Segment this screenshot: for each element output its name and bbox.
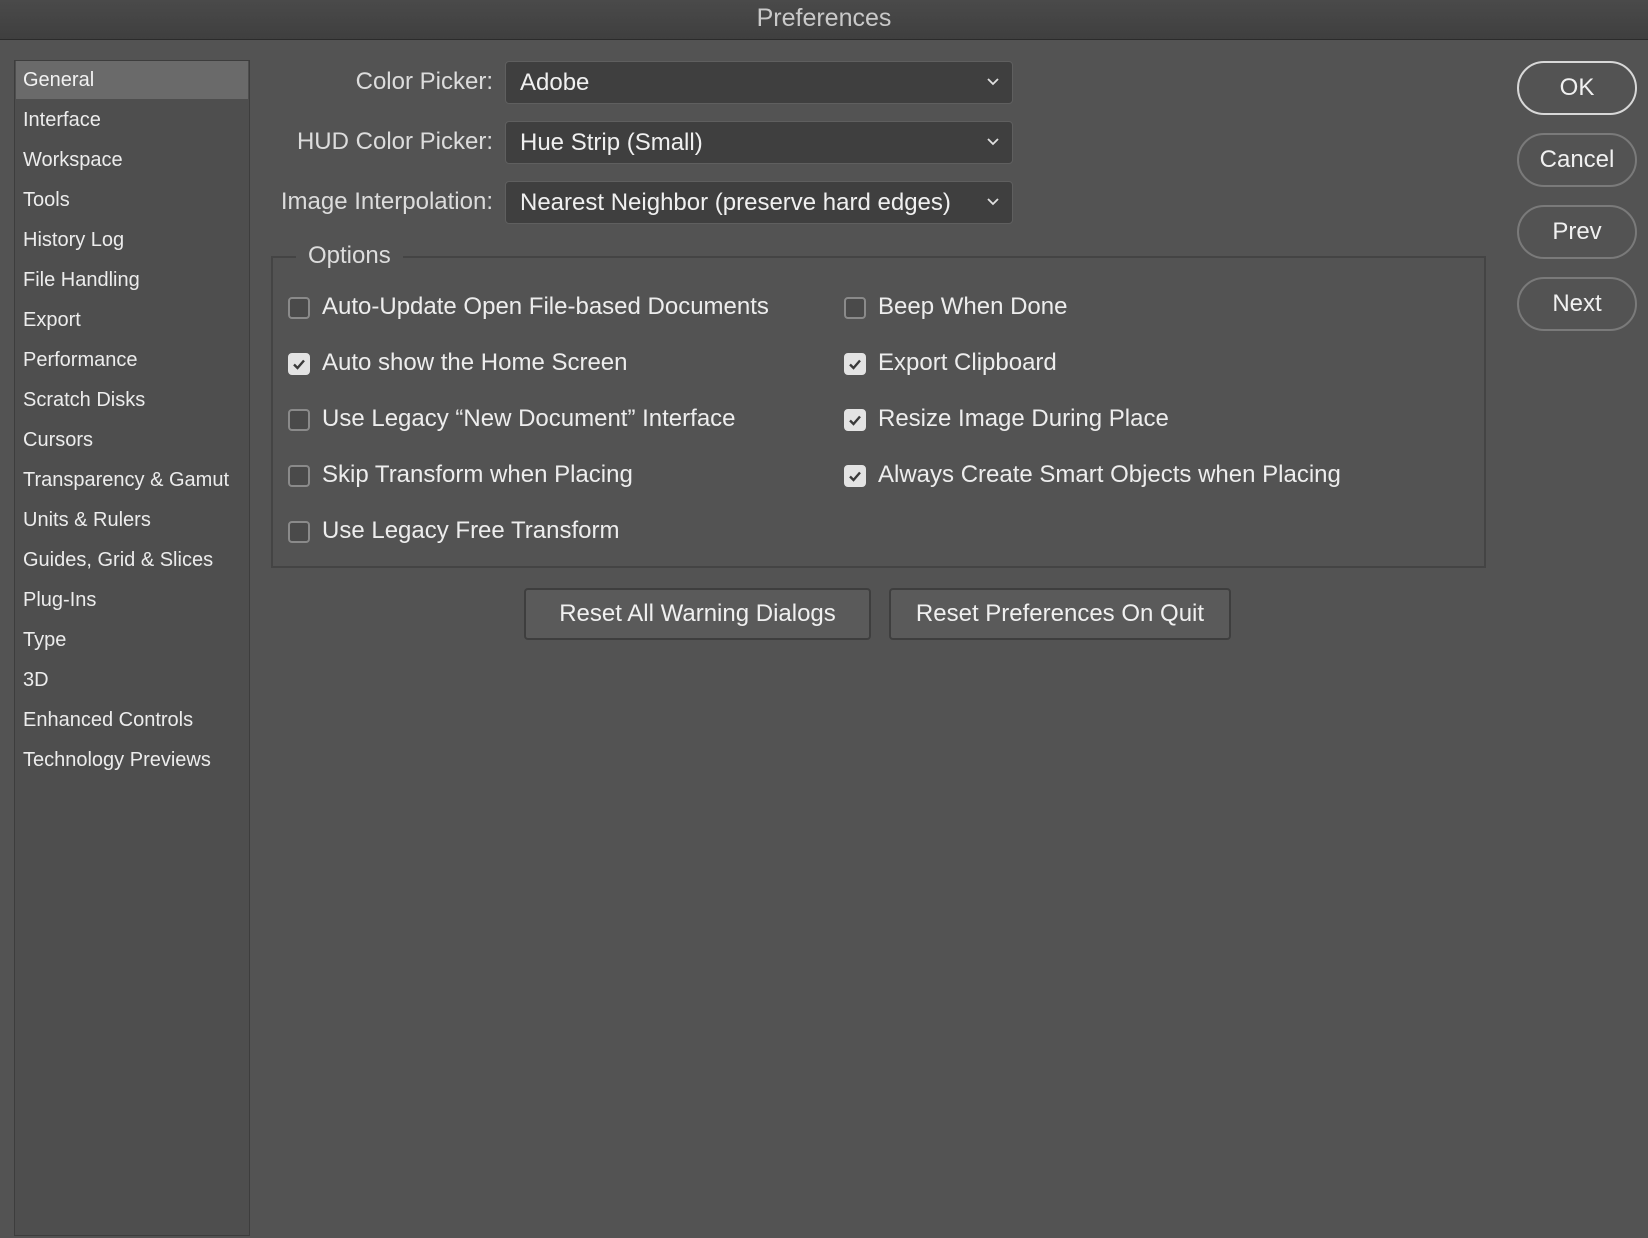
checkbox-checked[interactable] bbox=[288, 353, 310, 375]
sidebar-item-interface[interactable]: Interface bbox=[16, 101, 248, 139]
sidebar-item-type[interactable]: Type bbox=[16, 621, 248, 659]
checkbox[interactable] bbox=[844, 297, 866, 319]
sidebar-item-transparency-gamut[interactable]: Transparency & Gamut bbox=[16, 461, 248, 499]
sidebar-item-scratch-disks[interactable]: Scratch Disks bbox=[16, 381, 248, 419]
checkbox-checked[interactable] bbox=[844, 353, 866, 375]
window-title: Preferences bbox=[756, 4, 892, 32]
sidebar-item-tools[interactable]: Tools bbox=[16, 181, 248, 219]
sidebar-item-3d[interactable]: 3D bbox=[16, 661, 248, 699]
option-label: Export Clipboard bbox=[878, 349, 1057, 376]
hud-color-picker-value: Hue Strip (Small) bbox=[520, 129, 703, 156]
next-button[interactable]: Next bbox=[1517, 277, 1637, 331]
ok-button[interactable]: OK bbox=[1517, 61, 1637, 115]
hud-color-picker-select[interactable]: Hue Strip (Small) bbox=[505, 121, 1013, 164]
option-label: Use Legacy “New Document” Interface bbox=[322, 405, 736, 432]
checkbox[interactable] bbox=[288, 521, 310, 543]
reset-warning-dialogs-button[interactable]: Reset All Warning Dialogs bbox=[524, 588, 871, 640]
sidebar-item-performance[interactable]: Performance bbox=[16, 341, 248, 379]
checkbox[interactable] bbox=[288, 297, 310, 319]
reset-preferences-on-quit-button[interactable]: Reset Preferences On Quit bbox=[889, 588, 1231, 640]
option-label: Auto show the Home Screen bbox=[322, 349, 628, 376]
color-picker-select[interactable]: Adobe bbox=[505, 61, 1013, 104]
option-label: Skip Transform when Placing bbox=[322, 461, 633, 488]
title-bar: Preferences bbox=[0, 0, 1648, 40]
sidebar-item-export[interactable]: Export bbox=[16, 301, 248, 339]
option-label: Beep When Done bbox=[878, 293, 1068, 320]
sidebar-item-plug-ins[interactable]: Plug-Ins bbox=[16, 581, 248, 619]
option-label: Always Create Smart Objects when Placing bbox=[878, 461, 1341, 488]
sidebar-item-units-rulers[interactable]: Units & Rulers bbox=[16, 501, 248, 539]
checkbox-checked[interactable] bbox=[844, 465, 866, 487]
checkbox-checked[interactable] bbox=[844, 409, 866, 431]
option-label: Use Legacy Free Transform bbox=[322, 517, 620, 544]
chevron-down-icon bbox=[987, 138, 999, 146]
checkbox[interactable] bbox=[288, 409, 310, 431]
sidebar-item-guides-grid-slices[interactable]: Guides, Grid & Slices bbox=[16, 541, 248, 579]
color-picker-label: Color Picker: bbox=[355, 68, 493, 95]
image-interpolation-label: Image Interpolation: bbox=[280, 188, 493, 215]
cancel-button[interactable]: Cancel bbox=[1517, 133, 1637, 187]
prev-button[interactable]: Prev bbox=[1517, 205, 1637, 259]
chevron-down-icon bbox=[987, 198, 999, 206]
sidebar-item-general[interactable]: General bbox=[16, 61, 248, 99]
checkmark-icon bbox=[293, 359, 305, 370]
sidebar-item-file-handling[interactable]: File Handling bbox=[16, 261, 248, 299]
sidebar-item-workspace[interactable]: Workspace bbox=[16, 141, 248, 179]
image-interpolation-select[interactable]: Nearest Neighbor (preserve hard edges) bbox=[505, 181, 1013, 224]
sidebar-item-technology-previews[interactable]: Technology Previews bbox=[16, 741, 248, 779]
sidebar-item-history-log[interactable]: History Log bbox=[16, 221, 248, 259]
sidebar-item-enhanced-controls[interactable]: Enhanced Controls bbox=[16, 701, 248, 739]
option-label: Auto-Update Open File-based Documents bbox=[322, 293, 769, 320]
checkmark-icon bbox=[849, 359, 861, 370]
preferences-sidebar: General Interface Workspace Tools Histor… bbox=[14, 60, 250, 1236]
chevron-down-icon bbox=[987, 78, 999, 86]
option-label: Resize Image During Place bbox=[878, 405, 1169, 432]
checkmark-icon bbox=[849, 415, 861, 426]
checkbox[interactable] bbox=[288, 465, 310, 487]
hud-color-picker-label: HUD Color Picker: bbox=[296, 128, 493, 155]
color-picker-value: Adobe bbox=[520, 69, 590, 96]
image-interpolation-value: Nearest Neighbor (preserve hard edges) bbox=[520, 189, 951, 216]
checkmark-icon bbox=[849, 471, 861, 482]
sidebar-item-cursors[interactable]: Cursors bbox=[16, 421, 248, 459]
options-legend: Options bbox=[296, 242, 403, 270]
